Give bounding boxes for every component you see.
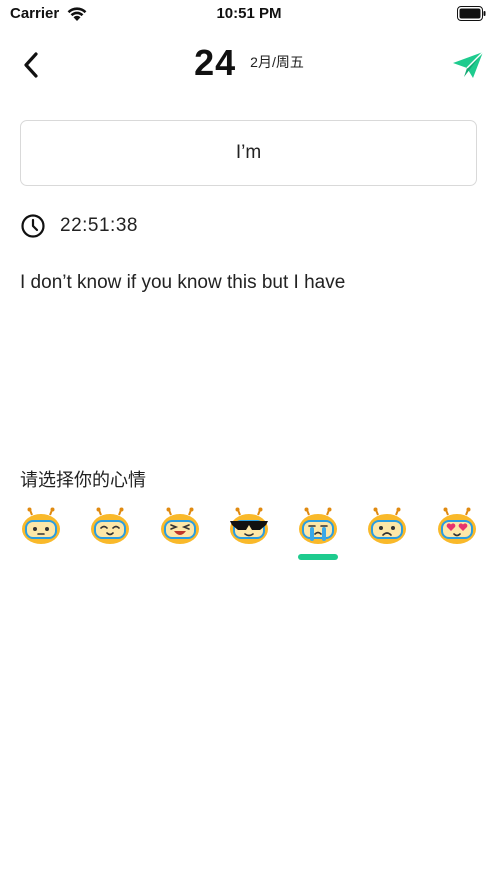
mood-option-2[interactable]: [85, 506, 135, 566]
mood-option-1[interactable]: [16, 506, 66, 566]
mood-selected-indicator: [298, 554, 338, 560]
mood-option-3[interactable]: [155, 506, 205, 566]
title-input[interactable]: I’m: [20, 120, 477, 186]
entry-time: 22:51:38: [60, 215, 138, 236]
neutral-face-icon: [22, 507, 60, 544]
mood-label: 请选择你的心情: [20, 470, 146, 490]
title-value: I’m: [235, 142, 262, 163]
mood-option-6[interactable]: [362, 506, 412, 566]
cool-sunglasses-face-icon: [230, 507, 268, 544]
nav-bar: 24 2月/周五: [0, 40, 498, 90]
crying-face-icon: [299, 507, 337, 544]
status-bar: Carrier 10:51 PM: [0, 0, 498, 28]
date-subtitle: 2月/周五: [250, 54, 304, 70]
mood-selector: [0, 506, 498, 566]
paper-plane-icon: [453, 51, 484, 78]
status-time: 10:51 PM: [216, 5, 282, 22]
date-header: 24 2月/周五: [0, 42, 498, 84]
date-day: 24: [194, 42, 237, 83]
body-textarea[interactable]: I don’t know if you know this but I have: [20, 270, 480, 296]
heart-eyes-face-icon: [438, 507, 476, 544]
clock-icon: [21, 214, 45, 238]
time-row: 22:51:38: [20, 212, 138, 240]
mood-option-5[interactable]: [293, 506, 343, 566]
mood-option-7[interactable]: [432, 506, 482, 566]
sleepy-face-icon: [91, 507, 129, 544]
send-button[interactable]: [450, 48, 486, 82]
battery-icon: [457, 6, 486, 21]
laughing-face-icon: [161, 507, 199, 544]
body-text: I don’t know if you know this but I have: [20, 272, 346, 293]
mood-option-4[interactable]: [224, 506, 274, 566]
sad-face-icon: [368, 507, 406, 544]
